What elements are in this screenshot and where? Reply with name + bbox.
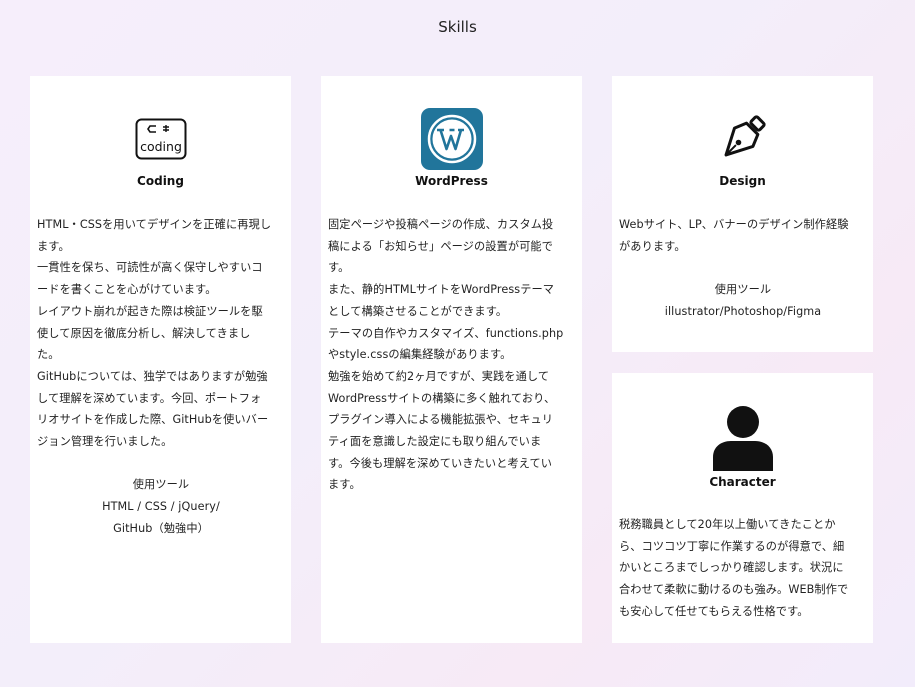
card-body-character: 税務職員として20年以上働いてきたことか ら、コツコツ丁寧に作業するのが得意で、… — [619, 514, 867, 623]
wordpress-icon-wrap — [321, 108, 582, 170]
body-line: ます。 — [37, 239, 70, 253]
body-line: として構築させることができます。 — [328, 304, 508, 318]
body-line: テーマの自作やカスタマイズ、functions.php — [328, 326, 564, 340]
body-line: レイアウト崩れが起きた際は検証ツールを駆 — [37, 304, 263, 318]
body-line: やstyle.cssの編集経験があります。 — [328, 348, 512, 362]
body-line: リオサイトを作成した際、GitHubを使いバー — [37, 413, 269, 427]
body-line: WordPressサイトの構築に多く触れており、 — [328, 391, 556, 405]
tools-list-coding-2: GitHub（勉強中） — [113, 521, 209, 535]
pen-nib-icon — [724, 115, 766, 157]
card-title-design: Design — [719, 174, 766, 188]
coding-icon-wrap: coding — [30, 118, 291, 160]
tools-list-coding: HTML / CSS / jQuery/ — [102, 500, 220, 514]
design-icon-wrap — [612, 112, 873, 164]
skill-card-wordpress: WordPress 固定ページや投稿ページの作成、カスタム投 稿による「お知らせ… — [321, 76, 582, 643]
card-body-coding: HTML・CSSを用いてデザインを正確に再現し ます。 一貫性を保ち、可読性が高… — [37, 214, 285, 540]
body-line: かいところまでしっかり確認します。状況に — [619, 561, 844, 575]
coding-icon: coding — [135, 118, 186, 160]
skill-card-coding: coding Coding HTML・CSSを用いてデザインを正確に再現し ます… — [30, 76, 291, 643]
tools-list-design: illustrator/Photoshop/Figma — [664, 304, 822, 318]
body-line: す。今後も理解を深めていきたいと考えてい — [328, 456, 553, 470]
body-line: 稿による「お知らせ」ページの設置が可能で — [328, 239, 553, 253]
body-line: GitHubについては、独学ではありますが勉強 — [37, 369, 268, 383]
card-body-design: Webサイト、LP、バナーのデザイン制作経験 があります。 使用ツール illu… — [619, 214, 867, 323]
skill-card-character: Character 税務職員として20年以上働いてきたことか ら、コツコツ丁寧に… — [612, 373, 873, 643]
body-line: HTML・CSSを用いてデザインを正確に再現し — [37, 218, 272, 231]
section-title: Skills — [438, 18, 477, 36]
card-title-character: Character — [709, 475, 776, 489]
card-title-wordpress: WordPress — [415, 174, 488, 188]
body-line: プラグイン導入による機能拡張や、セキュリ — [328, 413, 554, 427]
body-line: 勉強を始めて約2ヶ月ですが、実践を通して — [328, 369, 550, 383]
card-body-wordpress: 固定ページや投稿ページの作成、カスタム投 稿による「お知らせ」ページの設置が可能… — [328, 214, 576, 496]
card-title-coding: Coding — [137, 174, 184, 188]
tools-heading-design: 使用ツール — [714, 283, 772, 297]
person-icon — [712, 406, 773, 471]
body-line: して理解を深めています。今回、ポートフォ — [37, 391, 262, 405]
body-line: す。 — [328, 261, 350, 275]
coding-icon-text: coding — [140, 139, 182, 154]
body-line: 合わせて柔軟に動けるのも強み。WEB制作で — [619, 583, 849, 597]
body-line: ら、コツコツ丁寧に作業するのが得意で、細 — [619, 539, 845, 553]
body-line: 使して原因を徹底分析し、解決してきまし — [37, 326, 251, 340]
body-line: ードを書くことを心がけています。 — [37, 283, 217, 297]
body-line: も安心して任せてもらえる性格です。 — [619, 604, 809, 618]
tools-heading-coding: 使用ツール — [132, 478, 190, 492]
body-line: Webサイト、LP、バナーのデザイン制作経験 — [619, 218, 849, 231]
body-line: ます。 — [328, 478, 361, 492]
body-line: また、静的HTMLサイトをWordPressテーマ — [328, 283, 555, 297]
character-icon-wrap — [612, 405, 873, 471]
body-line: 一貫性を保ち、可読性が高く保守しやすいコ — [37, 261, 263, 275]
wordpress-icon — [420, 108, 483, 170]
body-line: ティ面を意識した設定にも取り組んでいま — [328, 435, 542, 449]
body-line: ジョン管理を行いました。 — [37, 435, 173, 449]
body-line: た。 — [37, 348, 60, 362]
body-line: があります。 — [619, 239, 686, 253]
skill-card-design: Design Webサイト、LP、バナーのデザイン制作経験 があります。 使用ツ… — [612, 76, 873, 352]
body-line: 固定ページや投稿ページの作成、カスタム投 — [328, 218, 554, 231]
body-line: 税務職員として20年以上働いてきたことか — [619, 518, 836, 531]
